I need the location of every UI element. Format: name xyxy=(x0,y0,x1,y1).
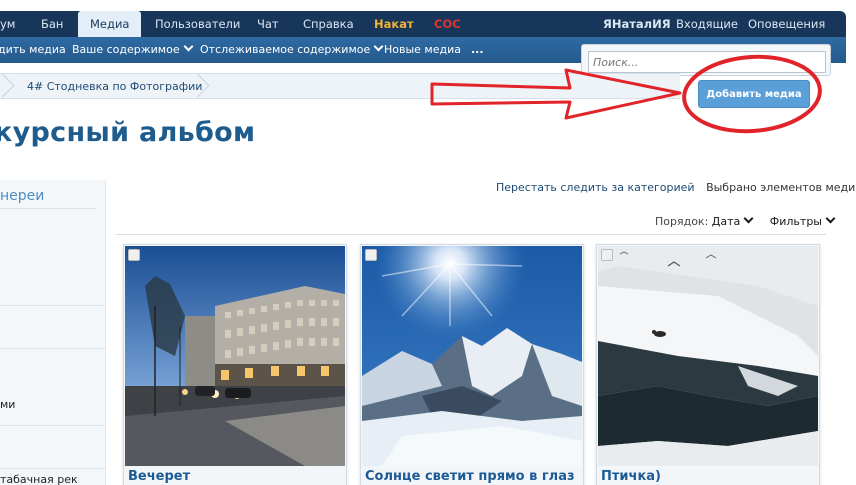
page: ум Бан Медиа Пользователи Чат Справка На… xyxy=(0,0,856,485)
mountain-sun-image xyxy=(362,246,582,466)
nav-tab-chat[interactable]: Чат xyxy=(257,11,279,37)
breadcrumb: 4# Стодневка по Фотографии xyxy=(0,73,680,99)
selected-count: Выбрано элементов медиа: 0 xyxy=(706,181,856,194)
divider xyxy=(0,208,96,209)
media-title[interactable]: Вечерет xyxy=(128,469,190,484)
add-media-button[interactable]: Добавить медиа xyxy=(698,80,810,108)
sidebar-item[interactable]: табачная рек xyxy=(0,473,78,485)
sort-order-value: Дата xyxy=(711,215,741,228)
subnav-add-media[interactable]: дить медиа xyxy=(0,37,66,63)
divider xyxy=(0,468,106,469)
chevron-down-icon xyxy=(373,41,384,52)
media-thumbnail[interactable] xyxy=(125,246,345,466)
sidebar: нереи ми табачная рек xyxy=(0,180,106,485)
divider xyxy=(0,425,106,426)
media-card[interactable]: Вечерет xyxy=(123,244,347,485)
breadcrumb-separator-icon xyxy=(0,73,8,99)
media-title[interactable]: Птичка) xyxy=(601,469,661,484)
user-menu[interactable]: ЯНаталИЯ xyxy=(603,11,671,37)
media-thumbnail[interactable] xyxy=(598,246,818,466)
media-actions: Перестать следить за категорией Выбрано … xyxy=(496,181,856,194)
subnav-your-content[interactable]: Ваше содержимое xyxy=(72,37,194,63)
search-input[interactable] xyxy=(588,51,826,73)
filters-label: Фильтры xyxy=(769,215,822,228)
chevron-down-icon xyxy=(183,41,194,52)
media-title[interactable]: Солнце светит прямо в глаз xyxy=(365,469,575,484)
media-card[interactable]: Солнце светит прямо в глаз xyxy=(360,244,584,485)
subnav-new-media[interactable]: Новые медиа xyxy=(384,37,461,63)
nav-tab-sos[interactable]: СОС xyxy=(434,11,461,37)
nav-tab-media[interactable]: Медиа xyxy=(78,11,142,38)
subnav-watched-content[interactable]: Отслеживаемое содержимое xyxy=(200,37,384,63)
breadcrumb-separator-icon xyxy=(189,73,203,99)
inbox-link[interactable]: Входящие xyxy=(676,11,738,37)
sort-order-dropdown[interactable]: Дата xyxy=(711,213,754,228)
divider xyxy=(116,234,826,235)
nav-tab-ban[interactable]: Бан xyxy=(41,11,63,37)
nav-tab-help[interactable]: Справка xyxy=(303,11,354,37)
sidebar-item[interactable]: ми xyxy=(0,398,15,411)
nav-tab-users[interactable]: Пользователи xyxy=(155,11,240,37)
subnav-your-content-label: Ваше содержимое xyxy=(72,43,180,56)
select-checkbox[interactable] xyxy=(365,249,377,261)
ice-bird-image xyxy=(598,246,818,466)
media-thumbnail[interactable] xyxy=(362,246,582,466)
search-box xyxy=(581,44,831,76)
media-card[interactable]: Птичка) xyxy=(596,244,820,485)
select-checkbox[interactable] xyxy=(128,249,140,261)
divider xyxy=(0,348,106,349)
breadcrumb-current[interactable]: 4# Стодневка по Фотографии xyxy=(27,74,202,100)
sort-label: Порядок: xyxy=(655,215,709,228)
sidebar-heading: нереи xyxy=(0,188,45,204)
divider xyxy=(0,305,106,306)
unfollow-category-link[interactable]: Перестать следить за категорией xyxy=(496,181,695,194)
nav-tab-nakat[interactable]: Накат xyxy=(374,11,414,37)
subnav-watched-content-label: Отслеживаемое содержимое xyxy=(200,43,371,56)
nav-tab-forum[interactable]: ум xyxy=(0,11,15,37)
page-title: курсный альбом xyxy=(0,117,256,148)
subnav-more[interactable]: ... xyxy=(471,37,484,63)
alerts-link[interactable]: Оповещения xyxy=(748,11,825,37)
evening-street-image xyxy=(125,246,345,466)
select-checkbox[interactable] xyxy=(601,249,613,261)
top-navigation: ум Бан Медиа Пользователи Чат Справка На… xyxy=(0,11,846,38)
chevron-down-icon xyxy=(825,213,836,224)
chevron-down-icon xyxy=(743,213,754,224)
filters-dropdown[interactable]: Фильтры xyxy=(769,213,836,228)
sort-bar: Порядок: Дата Фильтры xyxy=(655,213,836,228)
